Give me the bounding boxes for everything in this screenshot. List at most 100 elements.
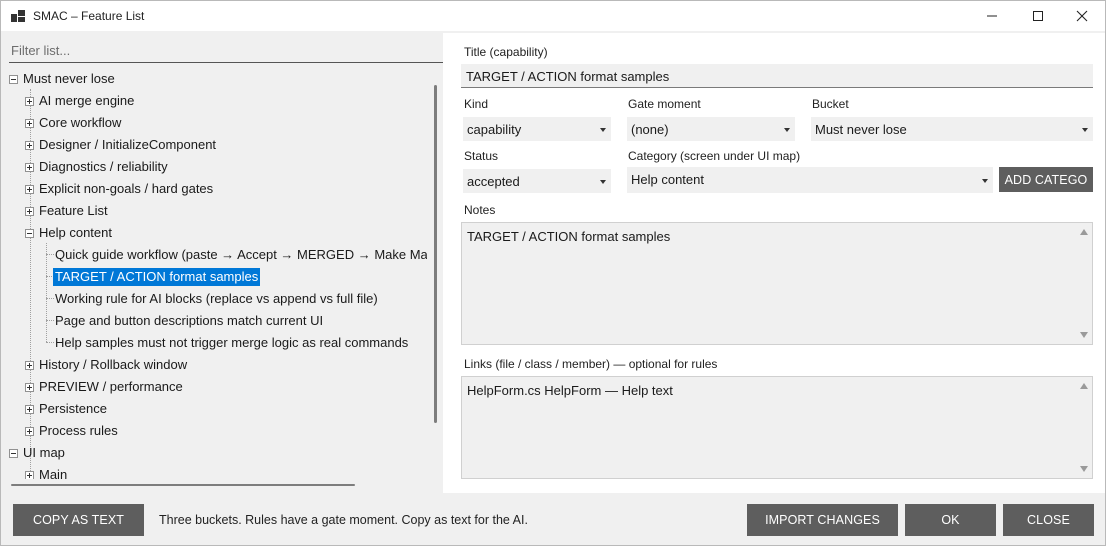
tree-node-label[interactable]: History / Rollback window [37,356,189,374]
tree-node-help-content[interactable]: Help content [3,222,423,244]
expand-icon[interactable] [25,471,34,479]
expand-icon[interactable] [25,163,34,172]
links-textarea[interactable]: HelpForm.cs HelpForm — Help text [461,376,1093,479]
tree-node-label[interactable]: Help content [37,224,114,242]
tree-node-label[interactable]: Diagnostics / reliability [37,158,170,176]
category-select[interactable]: Help content [627,167,993,193]
tree-node-label[interactable]: Must never lose [21,70,117,88]
minimize-icon [987,15,997,17]
kind-select[interactable]: capability [463,117,611,141]
expand-icon[interactable] [25,185,34,194]
category-label: Category (screen under UI map) [628,149,801,163]
tree-leaf[interactable]: Help samples must not trigger merge logi… [3,332,427,354]
expand-icon[interactable] [25,383,34,392]
tree-node[interactable]: Diagnostics / reliability [3,156,423,178]
chevron-down-icon [600,180,606,184]
collapse-icon[interactable] [9,449,18,458]
chevron-down-icon [784,128,790,132]
tree-leaf-selected[interactable]: TARGET / ACTION format samples [3,266,427,288]
tree-node[interactable]: PREVIEW / performance [3,376,423,398]
expand-icon[interactable] [25,207,34,216]
tree-node[interactable]: History / Rollback window [3,354,423,376]
tree-node-label[interactable]: Process rules [37,422,120,440]
title-label: Title (capability) [464,45,548,59]
status-label: Status [464,149,499,163]
scroll-down-icon[interactable] [1080,332,1088,338]
expand-icon[interactable] [25,427,34,436]
expand-icon[interactable] [25,405,34,414]
tree-node-ui-map[interactable]: UI map [3,442,423,464]
expand-icon[interactable] [25,361,34,370]
tree-node[interactable]: Explicit non-goals / hard gates [3,178,423,200]
feature-tree[interactable]: Must never lose AI merge engine Core wor… [3,67,443,491]
tree-node-label[interactable]: Quick guide workflow (paste → Accept → M… [53,246,427,264]
scroll-down-icon[interactable] [1080,466,1088,472]
notes-text: TARGET / ACTION format samples [467,229,671,244]
gate-value: (none) [631,122,669,137]
scroll-thumb[interactable] [434,85,437,423]
close-icon [1076,10,1088,22]
tree-node-label[interactable]: Feature List [37,202,110,220]
title-input[interactable]: TARGET / ACTION format samples [461,64,1093,88]
app-icon [11,10,25,22]
tree-node-label[interactable]: Designer / InitializeComponent [37,136,218,154]
tree-node-label[interactable]: Help samples must not trigger merge logi… [53,334,410,352]
add-category-button[interactable]: ADD CATEGO [999,167,1093,192]
tree-node[interactable]: Designer / InitializeComponent [3,134,423,156]
scroll-up-icon[interactable] [1080,383,1088,389]
chevron-down-icon [600,128,606,132]
notes-label: Notes [464,203,496,217]
ok-button[interactable]: OK [905,504,996,536]
scroll-up-icon[interactable] [1080,229,1088,235]
bucket-select[interactable]: Must never lose [811,117,1093,141]
status-text: Three buckets. Rules have a gate moment.… [159,513,528,527]
chevron-down-icon [1082,128,1088,132]
tree-node-label[interactable]: TARGET / ACTION format samples [53,268,261,286]
tree-node-label[interactable]: UI map [21,444,67,462]
tree-leaf[interactable]: Page and button descriptions match curre… [3,310,427,332]
collapse-icon[interactable] [9,75,18,84]
maximize-button[interactable] [1015,1,1061,31]
notes-textarea[interactable]: TARGET / ACTION format samples [461,222,1093,345]
tree-node-label[interactable]: Core workflow [37,114,123,132]
tree-node-label[interactable]: PREVIEW / performance [37,378,185,396]
tree-node[interactable]: Process rules [3,420,423,442]
filter-input[interactable] [9,39,443,63]
close-window-button[interactable] [1059,1,1105,31]
tree-node[interactable]: Main [3,464,423,479]
kind-value: capability [467,122,522,137]
tree-node-label[interactable]: Page and button descriptions match curre… [53,312,325,330]
import-changes-button[interactable]: IMPORT CHANGES [747,504,898,536]
window-title: SMAC – Feature List [33,9,145,23]
expand-icon[interactable] [25,119,34,128]
gate-label: Gate moment [628,97,701,111]
gate-moment-select[interactable]: (none) [627,117,795,141]
collapse-icon[interactable] [25,229,34,238]
links-scrollbar[interactable] [1076,377,1092,478]
tree-horizontal-scrollbar[interactable] [3,479,429,491]
notes-scrollbar[interactable] [1076,223,1092,344]
expand-icon[interactable] [25,97,34,106]
tree-node[interactable]: Feature List [3,200,423,222]
tree-node[interactable]: Core workflow [3,112,423,134]
minimize-button[interactable] [969,1,1015,31]
tree-node[interactable]: Persistence [3,398,423,420]
tree-node-label[interactable]: AI merge engine [37,92,136,110]
status-select[interactable]: accepted [463,169,611,193]
tree-content: Must never lose AI merge engine Core wor… [3,67,427,479]
close-button[interactable]: CLOSE [1003,504,1094,536]
tree-node-must-never-lose[interactable]: Must never lose [3,68,423,90]
scroll-thumb[interactable] [11,484,355,486]
tree-node-label[interactable]: Explicit non-goals / hard gates [37,180,215,198]
copy-as-text-button[interactable]: COPY AS TEXT [13,504,144,536]
tree-node-label[interactable]: Persistence [37,400,109,418]
tree-leaf[interactable]: Quick guide workflow (paste → Accept → M… [3,244,427,266]
links-text: HelpForm.cs HelpForm — Help text [467,383,673,398]
category-value: Help content [631,172,704,187]
expand-icon[interactable] [25,141,34,150]
tree-node-label[interactable]: Main [37,466,69,479]
tree-vertical-scrollbar[interactable] [429,67,443,479]
tree-leaf[interactable]: Working rule for AI blocks (replace vs a… [3,288,427,310]
tree-node[interactable]: AI merge engine [3,90,423,112]
tree-node-label[interactable]: Working rule for AI blocks (replace vs a… [53,290,380,308]
